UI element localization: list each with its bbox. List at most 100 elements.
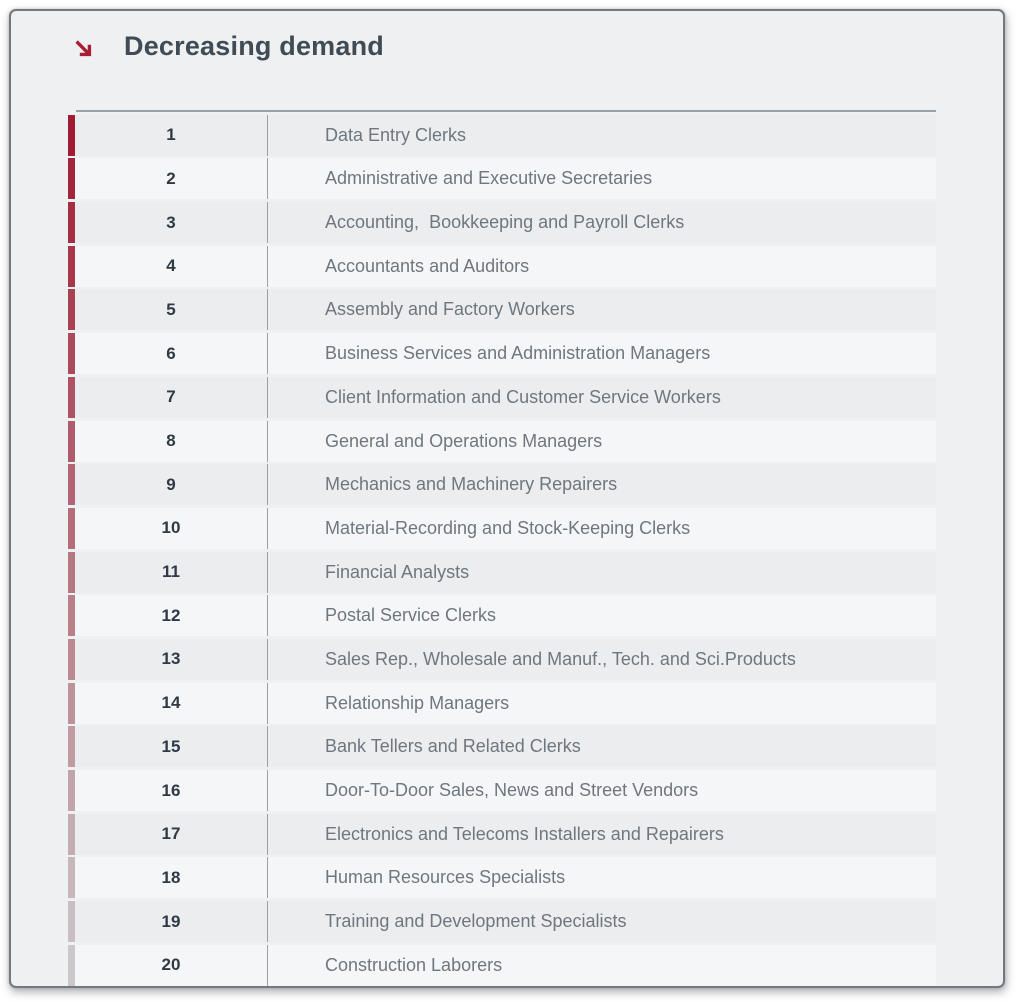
job-title: Electronics and Telecoms Installers and … bbox=[325, 824, 724, 845]
rank-number: 5 bbox=[166, 300, 175, 320]
ranking-table: 1 Data Entry Clerks 2 Administrative and… bbox=[68, 110, 936, 986]
job-title: Postal Service Clerks bbox=[325, 605, 496, 626]
rank-cell: 4 bbox=[75, 246, 267, 287]
job-title: Financial Analysts bbox=[325, 562, 469, 583]
rank-number: 14 bbox=[162, 693, 181, 713]
job-title: Data Entry Clerks bbox=[325, 125, 466, 146]
table-row: 11 Financial Analysts bbox=[68, 552, 936, 593]
table-row: 20 Construction Laborers bbox=[68, 945, 936, 986]
rank-number: 7 bbox=[166, 387, 175, 407]
rank-cell: 10 bbox=[75, 508, 267, 549]
rank-cell: 19 bbox=[75, 901, 267, 942]
table-row: 7 Client Information and Customer Servic… bbox=[68, 377, 936, 418]
job-cell: Postal Service Clerks bbox=[268, 595, 936, 636]
job-cell: Data Entry Clerks bbox=[268, 115, 936, 156]
rank-number: 20 bbox=[162, 955, 181, 975]
job-cell: Material-Recording and Stock-Keeping Cle… bbox=[268, 508, 936, 549]
table-row: 5 Assembly and Factory Workers bbox=[68, 289, 936, 330]
rank-color-bar bbox=[68, 115, 75, 156]
job-cell: Human Resources Specialists bbox=[268, 857, 936, 898]
table-row: 13 Sales Rep., Wholesale and Manuf., Tec… bbox=[68, 639, 936, 680]
rank-color-bar bbox=[68, 202, 75, 243]
job-title: Bank Tellers and Related Clerks bbox=[325, 736, 581, 757]
job-title: Business Services and Administration Man… bbox=[325, 343, 710, 364]
job-cell: Assembly and Factory Workers bbox=[268, 289, 936, 330]
job-title: General and Operations Managers bbox=[325, 431, 602, 452]
table-body: 1 Data Entry Clerks 2 Administrative and… bbox=[68, 115, 936, 986]
table-row: 16 Door-To-Door Sales, News and Street V… bbox=[68, 770, 936, 811]
rank-color-bar bbox=[68, 508, 75, 549]
table-row: 14 Relationship Managers bbox=[68, 683, 936, 724]
job-cell: Mechanics and Machinery Repairers bbox=[268, 464, 936, 505]
rank-number: 10 bbox=[162, 518, 181, 538]
rank-cell: 11 bbox=[75, 552, 267, 593]
job-title: Construction Laborers bbox=[325, 955, 502, 976]
rank-number: 2 bbox=[166, 169, 175, 189]
rank-color-bar bbox=[68, 552, 75, 593]
rank-color-bar bbox=[68, 726, 75, 767]
table-row: 9 Mechanics and Machinery Repairers bbox=[68, 464, 936, 505]
rank-number: 18 bbox=[162, 868, 181, 888]
job-cell: Bank Tellers and Related Clerks bbox=[268, 726, 936, 767]
job-title: Sales Rep., Wholesale and Manuf., Tech. … bbox=[325, 649, 796, 670]
rank-cell: 15 bbox=[75, 726, 267, 767]
rank-number: 13 bbox=[162, 649, 181, 669]
job-title: Assembly and Factory Workers bbox=[325, 299, 575, 320]
table-row: 6 Business Services and Administration M… bbox=[68, 333, 936, 374]
job-cell: Financial Analysts bbox=[268, 552, 936, 593]
rank-number: 1 bbox=[166, 125, 175, 145]
job-cell: Construction Laborers bbox=[268, 945, 936, 986]
rank-number: 6 bbox=[166, 344, 175, 364]
rank-number: 15 bbox=[162, 737, 181, 757]
rank-cell: 18 bbox=[75, 857, 267, 898]
rank-color-bar bbox=[68, 683, 75, 724]
section-title: Decreasing demand bbox=[124, 31, 384, 62]
rank-color-bar bbox=[68, 814, 75, 855]
rank-cell: 5 bbox=[75, 289, 267, 330]
rank-color-bar bbox=[68, 901, 75, 942]
job-cell: Client Information and Customer Service … bbox=[268, 377, 936, 418]
rank-cell: 3 bbox=[75, 202, 267, 243]
report-card: Decreasing demand 1 Data Entry Clerks 2 … bbox=[9, 9, 1005, 988]
rank-color-bar bbox=[68, 464, 75, 505]
rank-color-bar bbox=[68, 945, 75, 986]
rank-color-bar bbox=[68, 246, 75, 287]
table-row: 1 Data Entry Clerks bbox=[68, 115, 936, 156]
rank-color-bar bbox=[68, 377, 75, 418]
rank-cell: 16 bbox=[75, 770, 267, 811]
job-title: Mechanics and Machinery Repairers bbox=[325, 474, 617, 495]
rank-cell: 14 bbox=[75, 683, 267, 724]
rank-color-bar bbox=[68, 421, 75, 462]
rank-cell: 13 bbox=[75, 639, 267, 680]
rank-color-bar bbox=[68, 289, 75, 330]
table-row: 4 Accountants and Auditors bbox=[68, 246, 936, 287]
section-header: Decreasing demand bbox=[72, 31, 384, 62]
job-title: Administrative and Executive Secretaries bbox=[325, 168, 652, 189]
job-title: Accounting, Bookkeeping and Payroll Cler… bbox=[325, 212, 684, 233]
rank-cell: 1 bbox=[75, 115, 267, 156]
table-row: 12 Postal Service Clerks bbox=[68, 595, 936, 636]
table-row: 15 Bank Tellers and Related Clerks bbox=[68, 726, 936, 767]
table-row: 19 Training and Development Specialists bbox=[68, 901, 936, 942]
rank-number: 4 bbox=[166, 256, 175, 276]
rank-color-bar bbox=[68, 595, 75, 636]
rank-color-bar bbox=[68, 857, 75, 898]
job-title: Training and Development Specialists bbox=[325, 911, 627, 932]
rank-number: 19 bbox=[162, 912, 181, 932]
job-cell: Sales Rep., Wholesale and Manuf., Tech. … bbox=[268, 639, 936, 680]
rank-number: 11 bbox=[162, 562, 180, 582]
job-title: Human Resources Specialists bbox=[325, 867, 565, 888]
rank-cell: 8 bbox=[75, 421, 267, 462]
job-cell: Accounting, Bookkeeping and Payroll Cler… bbox=[268, 202, 936, 243]
rank-number: 17 bbox=[162, 824, 181, 844]
rank-number: 8 bbox=[166, 431, 175, 451]
job-cell: Door-To-Door Sales, News and Street Vend… bbox=[268, 770, 936, 811]
job-cell: Relationship Managers bbox=[268, 683, 936, 724]
rank-number: 3 bbox=[166, 213, 175, 233]
rank-number: 12 bbox=[162, 606, 181, 626]
rank-cell: 9 bbox=[75, 464, 267, 505]
rank-cell: 7 bbox=[75, 377, 267, 418]
rank-cell: 17 bbox=[75, 814, 267, 855]
job-cell: Administrative and Executive Secretaries bbox=[268, 158, 936, 199]
rank-number: 9 bbox=[166, 475, 175, 495]
